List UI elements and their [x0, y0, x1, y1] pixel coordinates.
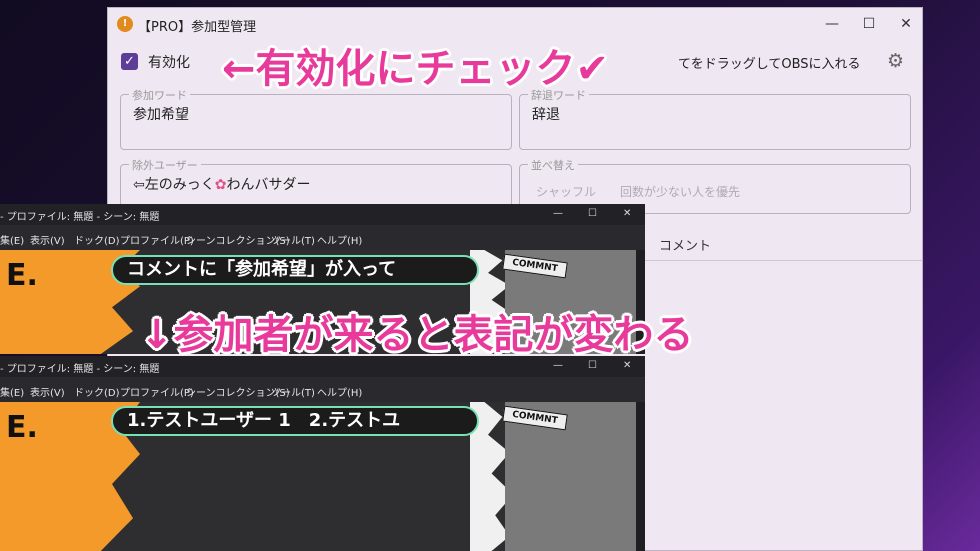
obs-title: - プロファイル: 無題 - シーン: 無題	[0, 212, 160, 223]
minimize-button[interactable]: —	[821, 14, 843, 34]
obs-menu-tools[interactable]: ツール(T)	[271, 384, 315, 399]
sort-legend: 並べ替え	[528, 157, 578, 173]
excluded-users-prefix: ⇦左のみっく	[133, 177, 215, 193]
obs-minimize-button[interactable]: —	[553, 360, 563, 371]
decline-word-field[interactable]: 辞退ワード 辞退	[519, 87, 911, 150]
participant-bubble: 1.テストユーザー 1 2.テストユ	[111, 406, 479, 436]
gear-icon[interactable]: ⚙	[887, 50, 904, 72]
obs-menu-dock[interactable]: ドック(D)	[74, 384, 120, 399]
obs-menu-tools[interactable]: ツール(T)	[271, 232, 315, 247]
sort-option-shuffle[interactable]: シャッフル	[536, 183, 596, 200]
obs-menu-dock[interactable]: ドック(D)	[74, 232, 120, 247]
comment-bubble: コメントに「参加希望」が入って	[111, 255, 479, 285]
obs-menubar: 集(E) 表示(V) ドック(D) プロファイル(P) シーンコレクション(S)…	[0, 378, 645, 402]
join-word-field[interactable]: 参加ワード 参加希望	[120, 87, 512, 150]
drag-hint-text: てをドラッグしてOBSに入れる	[678, 57, 861, 72]
obs-maximize-button[interactable]: ☐	[588, 208, 597, 219]
obs-menu-view[interactable]: 表示(V)	[30, 232, 65, 247]
annotation-display-changes: ↓参加者が来ると表記が変わる	[140, 312, 694, 358]
obs-close-button[interactable]: ✕	[623, 360, 631, 371]
decline-word-value: 辞退	[532, 107, 560, 123]
obs-window-bottom: - プロファイル: 無題 - シーン: 無題 — ☐ ✕ 集(E) 表示(V) …	[0, 356, 645, 551]
enable-label: 有効化	[148, 55, 190, 71]
app-title: 【PRO】参加型管理	[138, 20, 257, 35]
obs-menu-edit[interactable]: 集(E)	[0, 232, 24, 247]
overlay-letter: E.	[6, 410, 38, 445]
obs-menu-help[interactable]: ヘルプ(H)	[317, 384, 362, 399]
obs-menu-edit[interactable]: 集(E)	[0, 384, 24, 399]
obs-menu-help[interactable]: ヘルプ(H)	[317, 232, 362, 247]
app-logo-icon: !	[117, 16, 133, 32]
obs-menubar: 集(E) 表示(V) ドック(D) プロファイル(P) シーンコレクション(S)…	[0, 226, 645, 250]
obs-menu-view[interactable]: 表示(V)	[30, 384, 65, 399]
join-word-value: 参加希望	[133, 107, 189, 123]
obs-close-button[interactable]: ✕	[623, 208, 631, 219]
flower-icon: ✿	[214, 177, 227, 193]
obs-maximize-button[interactable]: ☐	[588, 360, 597, 371]
maximize-button[interactable]: ☐	[858, 14, 880, 34]
obs-menu-profile[interactable]: プロファイル(P)	[120, 232, 194, 247]
join-word-legend: 参加ワード	[129, 87, 190, 103]
excluded-users-legend: 除外ユーザー	[129, 157, 201, 173]
sort-option-priority[interactable]: 回数が少ない人を優先	[620, 183, 740, 200]
annotation-check-enable: ←有効化にチェック✔	[222, 46, 610, 92]
obs-menu-profile[interactable]: プロファイル(P)	[120, 384, 194, 399]
excluded-users-value: ⇦左のみっく✿わんバサダー	[133, 174, 310, 194]
overlay-letter: E.	[6, 258, 38, 293]
tab-comment[interactable]: コメント	[659, 235, 711, 254]
obs-titlebar: - プロファイル: 無題 - シーン: 無題 — ☐ ✕	[0, 204, 645, 226]
close-button[interactable]: ✕	[895, 14, 917, 34]
obs-minimize-button[interactable]: —	[553, 208, 563, 219]
enable-checkbox[interactable]: ✓	[121, 53, 138, 70]
obs-title: - プロファイル: 無題 - シーン: 無題	[0, 364, 160, 375]
excluded-users-suffix: わんバサダー	[226, 177, 311, 193]
obs-preview: E. COMMNT 1.テストユーザー 1 2.テストユ	[0, 402, 636, 551]
